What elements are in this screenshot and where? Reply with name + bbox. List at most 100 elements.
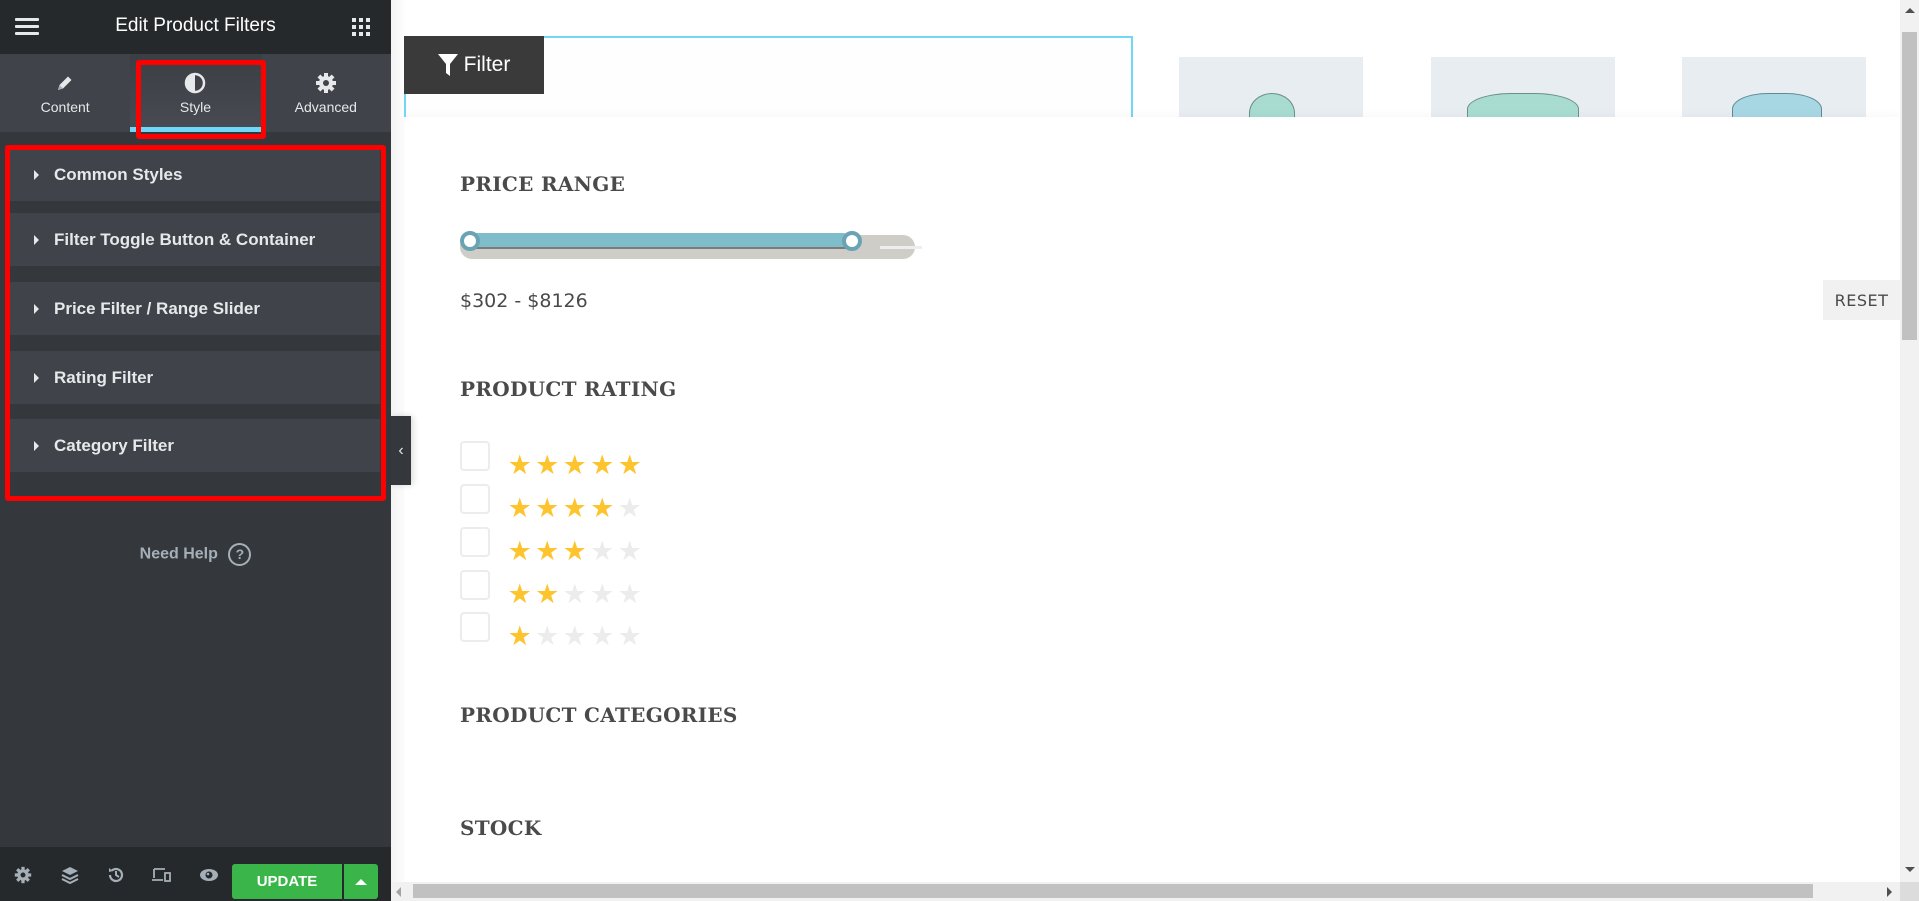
star-rating: ★ ★ ★ ★ ★ (506, 495, 644, 522)
rating-checkbox[interactable] (460, 612, 490, 642)
product-thumbnail-shirt[interactable] (1682, 57, 1866, 117)
rating-option-4-stars[interactable]: ★ ★ ★ ★ ★ (460, 484, 644, 522)
star-empty-icon: ★ (590, 579, 615, 609)
tab-label: Advanced (294, 99, 357, 115)
section-label: Price Filter / Range Slider (54, 298, 260, 318)
star-rating: ★ ★ ★ ★ ★ (506, 452, 644, 479)
star-filled-icon: ★ (562, 536, 587, 566)
update-button[interactable]: UPDATE (232, 864, 342, 899)
price-slider-fill (468, 233, 850, 247)
history-icon[interactable] (104, 863, 128, 887)
caret-up-icon (355, 878, 367, 885)
caret-right-icon (34, 372, 39, 383)
star-filled-icon: ★ (535, 579, 560, 609)
panel-title: Edit Product Filters (115, 15, 276, 36)
tab-advanced[interactable]: Advanced (261, 54, 391, 132)
product-thumbnail-sweatshirt[interactable] (1431, 57, 1615, 117)
star-empty-icon: ★ (535, 621, 560, 651)
rating-option-5-stars[interactable]: ★ ★ ★ ★ ★ (460, 441, 644, 479)
star-filled-icon: ★ (617, 450, 642, 480)
scroll-down-arrow-icon[interactable] (1905, 867, 1915, 872)
section-price-filter[interactable]: Price Filter / Range Slider (10, 282, 380, 335)
section-rating-filter[interactable]: Rating Filter (10, 351, 380, 404)
rating-checkbox[interactable] (460, 441, 490, 471)
tab-content[interactable]: Content (0, 54, 130, 132)
star-empty-icon: ★ (617, 536, 642, 566)
product-thumbnail-hat[interactable] (1179, 57, 1363, 117)
scroll-right-arrow-icon[interactable] (1887, 887, 1892, 897)
star-filled-icon: ★ (535, 493, 560, 523)
settings-icon[interactable] (11, 863, 35, 887)
caret-right-icon (34, 234, 39, 245)
star-filled-icon: ★ (535, 450, 560, 480)
panel-tabs: Content Style Advanced (0, 54, 391, 132)
filter-toggle-button[interactable]: Filter (404, 36, 544, 94)
rating-checkbox[interactable] (460, 527, 490, 557)
price-slider-rail (880, 246, 922, 249)
stock-heading: STOCK (460, 816, 542, 840)
scroll-left-arrow-icon[interactable] (396, 887, 401, 897)
product-rating-heading: PRODUCT RATING (460, 377, 677, 401)
star-rating: ★ ★ ★ ★ ★ (506, 623, 644, 650)
price-range-heading: PRICE RANGE (460, 172, 626, 196)
vertical-scrollbar[interactable] (1900, 0, 1919, 882)
vertical-scroll-thumb[interactable] (1902, 32, 1917, 340)
reset-button[interactable]: RESET (1823, 280, 1900, 320)
rating-checkbox[interactable] (460, 570, 490, 600)
save-options-button[interactable] (344, 864, 378, 899)
tab-label: Style (179, 99, 212, 115)
caret-right-icon (34, 440, 39, 451)
responsive-icon[interactable] (150, 863, 174, 887)
scrollbar-corner (1900, 882, 1919, 901)
star-empty-icon: ★ (590, 621, 615, 651)
section-common-styles[interactable]: Common Styles (10, 148, 380, 201)
section-label: Filter Toggle Button & Container (54, 229, 316, 249)
caret-right-icon (34, 303, 39, 314)
star-filled-icon: ★ (507, 493, 532, 523)
product-categories-heading: PRODUCT CATEGORIES (460, 703, 738, 727)
star-filled-icon: ★ (562, 493, 587, 523)
filter-funnel-icon (437, 54, 458, 76)
rating-checkbox[interactable] (460, 484, 490, 514)
star-filled-icon: ★ (507, 621, 532, 651)
widgets-grid-icon[interactable] (352, 18, 370, 36)
need-help-link[interactable]: Need Help ? (0, 543, 391, 566)
preview-eye-icon[interactable] (197, 863, 221, 887)
section-label: Common Styles (54, 164, 183, 184)
star-filled-icon: ★ (507, 579, 532, 609)
section-filter-toggle-button[interactable]: Filter Toggle Button & Container (10, 213, 380, 266)
section-category-filter[interactable]: Category Filter (10, 419, 380, 472)
question-circle-icon: ? (228, 543, 252, 566)
panel-header: Edit Product Filters (0, 0, 391, 54)
scroll-up-arrow-icon[interactable] (1905, 8, 1915, 13)
star-empty-icon: ★ (562, 621, 587, 651)
rating-option-2-stars[interactable]: ★ ★ ★ ★ ★ (460, 570, 644, 608)
rating-option-1-stars[interactable]: ★ ★ ★ ★ ★ (460, 612, 644, 650)
star-filled-icon: ★ (562, 450, 587, 480)
horizontal-scroll-thumb[interactable] (413, 884, 1813, 898)
star-filled-icon: ★ (590, 493, 615, 523)
editor-panel: Edit Product Filters Content Style Advan… (0, 0, 391, 901)
price-range-value: $302 - $8126 (460, 290, 588, 312)
half-circle-icon (184, 71, 206, 95)
gear-icon (315, 71, 337, 95)
star-empty-icon: ★ (562, 579, 587, 609)
chevron-left-icon: ‹ (398, 441, 404, 459)
collapse-panel-button[interactable]: ‹ (391, 416, 411, 485)
star-filled-icon: ★ (507, 536, 532, 566)
star-filled-icon: ★ (535, 536, 560, 566)
need-help-label: Need Help (139, 545, 218, 563)
caret-right-icon (34, 169, 39, 180)
tab-style[interactable]: Style (130, 54, 261, 132)
star-filled-icon: ★ (507, 450, 532, 480)
section-label: Rating Filter (54, 367, 154, 387)
layers-icon[interactable] (58, 863, 82, 887)
horizontal-scrollbar[interactable] (391, 882, 1900, 901)
section-label: Category Filter (54, 435, 174, 455)
filter-button-label: Filter (463, 53, 511, 76)
price-slider-max-handle[interactable] (842, 231, 862, 251)
star-empty-icon: ★ (617, 579, 642, 609)
star-empty-icon: ★ (590, 536, 615, 566)
rating-option-3-stars[interactable]: ★ ★ ★ ★ ★ (460, 527, 644, 565)
price-slider-min-handle[interactable] (460, 231, 480, 251)
